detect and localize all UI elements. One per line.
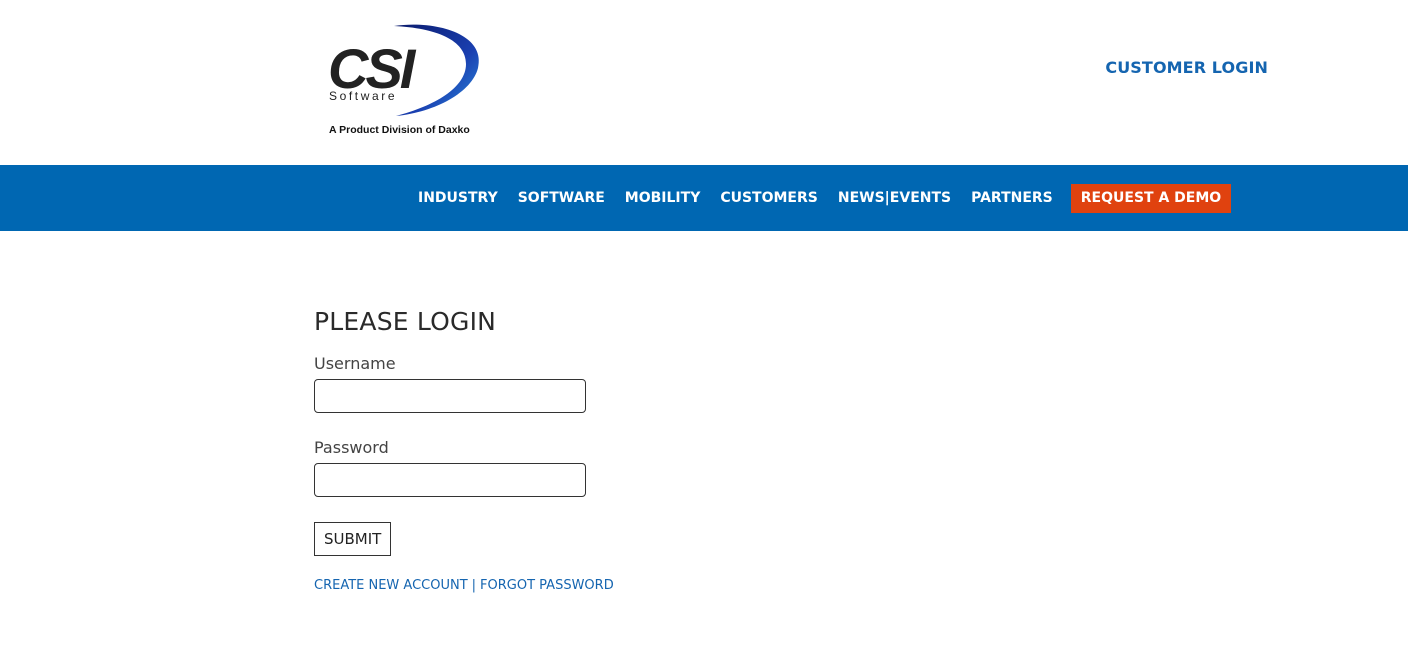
- forgot-password-link[interactable]: FORGOT PASSWORD: [480, 578, 614, 593]
- login-form: PLEASE LOGIN Username Password SUBMIT CR…: [314, 306, 814, 593]
- username-label: Username: [314, 354, 396, 373]
- logo-tagline: A Product Division of Daxko: [329, 124, 470, 136]
- logo-software-text: Software: [329, 89, 397, 103]
- nav-item-customers[interactable]: CUSTOMERS: [710, 190, 828, 206]
- csi-software-logo[interactable]: CSI Software A Product Division of Daxko: [326, 20, 486, 140]
- nav-item-industry[interactable]: INDUSTRY: [408, 190, 508, 206]
- link-separator: |: [471, 578, 477, 593]
- nav-item-software[interactable]: SOFTWARE: [508, 190, 615, 206]
- request-demo-button[interactable]: REQUEST A DEMO: [1070, 183, 1232, 213]
- account-links: CREATE NEW ACCOUNT | FORGOT PASSWORD: [314, 578, 814, 593]
- create-account-link[interactable]: CREATE NEW ACCOUNT: [314, 578, 468, 593]
- password-label: Password: [314, 438, 389, 457]
- site-header: CSI Software A Product Division of Daxko…: [0, 0, 1408, 165]
- main-navbar: INDUSTRY SOFTWARE MOBILITY CUSTOMERS NEW…: [0, 165, 1408, 231]
- nav-items: INDUSTRY SOFTWARE MOBILITY CUSTOMERS NEW…: [408, 165, 1232, 231]
- nav-item-mobility[interactable]: MOBILITY: [615, 190, 711, 206]
- csi-logo-graphic: CSI Software: [328, 24, 479, 116]
- password-input[interactable]: [314, 463, 586, 497]
- submit-button[interactable]: SUBMIT: [314, 522, 392, 556]
- nav-item-news-events[interactable]: NEWS|EVENTS: [828, 190, 961, 206]
- nav-item-partners[interactable]: PARTNERS: [961, 190, 1063, 206]
- username-input[interactable]: [314, 379, 586, 413]
- page-title: PLEASE LOGIN: [314, 307, 497, 336]
- customer-login-link[interactable]: CUSTOMER LOGIN: [1105, 58, 1268, 77]
